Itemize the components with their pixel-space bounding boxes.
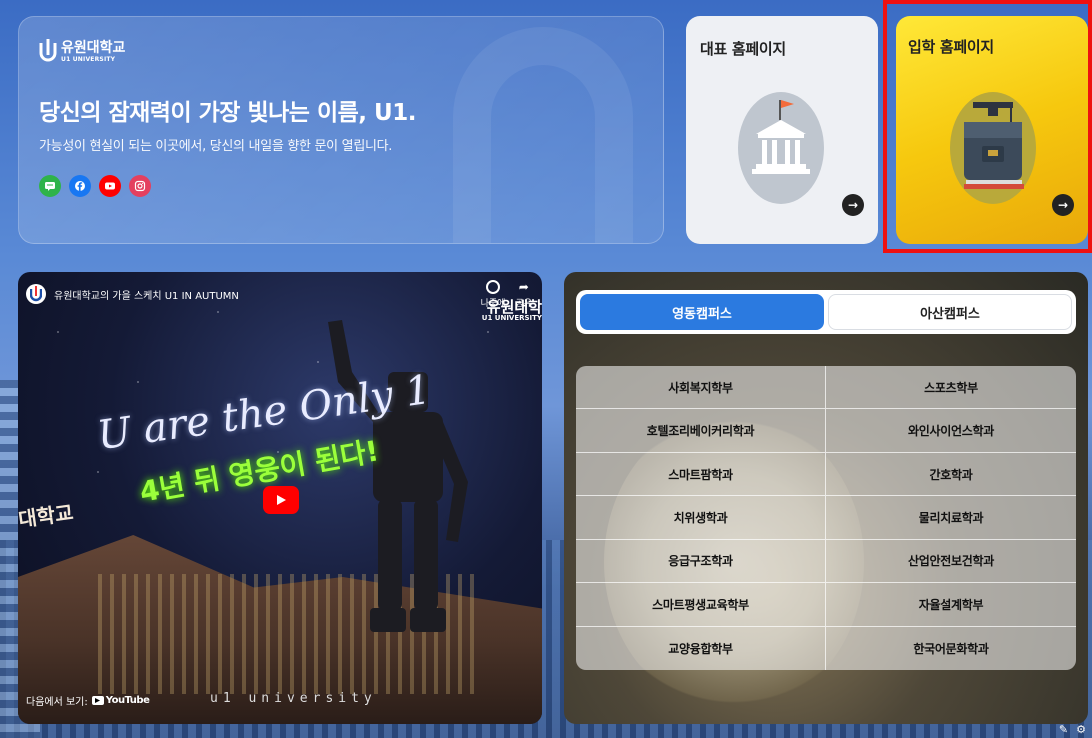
university-logo[interactable]: 유원대학교 U1 UNIVERSITY — [39, 39, 125, 65]
department-link[interactable]: 자율설계학부 — [826, 583, 1076, 627]
department-link[interactable]: 호텔조리베이커리학과 — [576, 409, 826, 453]
admission-homepage-arrow-button[interactable]: → — [1052, 194, 1074, 216]
social-links — [39, 175, 151, 197]
department-link[interactable]: 스마트평생교육학부 — [576, 583, 826, 627]
hero-subtitle: 가능성이 현실이 되는 이곳에서, 당신의 내일을 향한 문이 열립니다. — [39, 139, 393, 154]
department-link[interactable]: 산업안전보건학과 — [826, 540, 1076, 584]
video-header: 유원대학교의 가을 스케치 U1 IN AUTUMN — [26, 284, 239, 304]
logo-korean: 유원대학교 — [61, 40, 126, 56]
share-icon: ➦ — [518, 280, 529, 294]
building-icon — [738, 92, 824, 204]
hero-watermark — [453, 27, 633, 243]
watch-on-label: 다음에서 보기: — [26, 697, 88, 708]
instagram-icon[interactable] — [129, 175, 151, 197]
video-brand-sub: U1 UNIVERSITY — [481, 314, 542, 322]
campus-tabs: 영동캠퍼스 아산캠퍼스 — [576, 290, 1076, 334]
department-link[interactable]: 한국어문화학과 — [826, 627, 1076, 670]
hero-banner: 유원대학교 U1 UNIVERSITY 당신의 잠재력이 가장 빛나는 이름, … — [18, 16, 664, 244]
department-link[interactable]: 와인사이언스학과 — [826, 409, 1076, 453]
department-link[interactable]: 간호학과 — [826, 453, 1076, 497]
edit-icon[interactable]: ✎ — [1059, 723, 1068, 736]
play-button[interactable] — [263, 486, 299, 514]
talk-icon[interactable] — [39, 175, 61, 197]
video-watermark: u1 university — [210, 691, 377, 706]
youtube-video-player[interactable]: 대학교 U are the Only 1 4년 뒤 영웅이 된다! 유원대학교의… — [18, 272, 542, 724]
tab-asan-campus[interactable]: 아산캠퍼스 — [828, 294, 1072, 330]
clock-icon — [486, 280, 501, 294]
main-homepage-arrow-button[interactable]: → — [842, 194, 864, 216]
department-link[interactable]: 스포츠학부 — [826, 366, 1076, 410]
main-homepage-card[interactable]: 대표 홈페이지 → — [686, 16, 878, 244]
department-link[interactable]: 치위생학과 — [576, 496, 826, 540]
logo-english: U1 UNIVERSITY — [61, 56, 116, 63]
youtube-logo-icon: YouTube — [91, 695, 150, 706]
settings-icon[interactable]: ⚙ — [1076, 723, 1086, 736]
admission-homepage-title: 입학 홈페이지 — [908, 38, 994, 56]
campus-departments-panel: 영동캠퍼스 아산캠퍼스 사회복지학부 스포츠학부 호텔조리베이커리학과 와인사이… — [564, 272, 1088, 724]
main-homepage-title: 대표 홈페이지 — [700, 40, 786, 58]
youtube-icon[interactable] — [99, 175, 121, 197]
book-graduation-icon — [950, 92, 1036, 204]
video-title[interactable]: 유원대학교의 가을 스케치 U1 IN AUTUMN — [54, 287, 239, 302]
department-link[interactable]: 사회복지학부 — [576, 366, 826, 410]
department-link[interactable]: 응급구조학과 — [576, 539, 826, 584]
hero-title: 당신의 잠재력이 가장 빛나는 이름, U1. — [39, 100, 416, 126]
department-link[interactable]: 스마트팜학과 — [576, 452, 826, 497]
watch-on-youtube-link[interactable]: 다음에서 보기: YouTube — [26, 693, 150, 708]
department-list: 사회복지학부 스포츠학부 호텔조리베이커리학과 와인사이언스학과 스마트팜학과 … — [576, 366, 1076, 670]
admission-homepage-card[interactable]: 입학 홈페이지 → — [896, 16, 1088, 244]
facebook-icon[interactable] — [69, 175, 91, 197]
channel-avatar[interactable] — [26, 284, 46, 304]
department-link[interactable]: 물리치료학과 — [826, 496, 1076, 540]
play-icon — [277, 495, 286, 505]
department-link[interactable]: 교양융합학부 — [576, 626, 826, 670]
robot-statue-image — [328, 320, 468, 632]
logo-mark-icon — [39, 39, 57, 65]
tab-yeongdong-campus[interactable]: 영동캠퍼스 — [580, 294, 824, 330]
corner-tools: ✎ ⚙ — [1059, 723, 1086, 736]
